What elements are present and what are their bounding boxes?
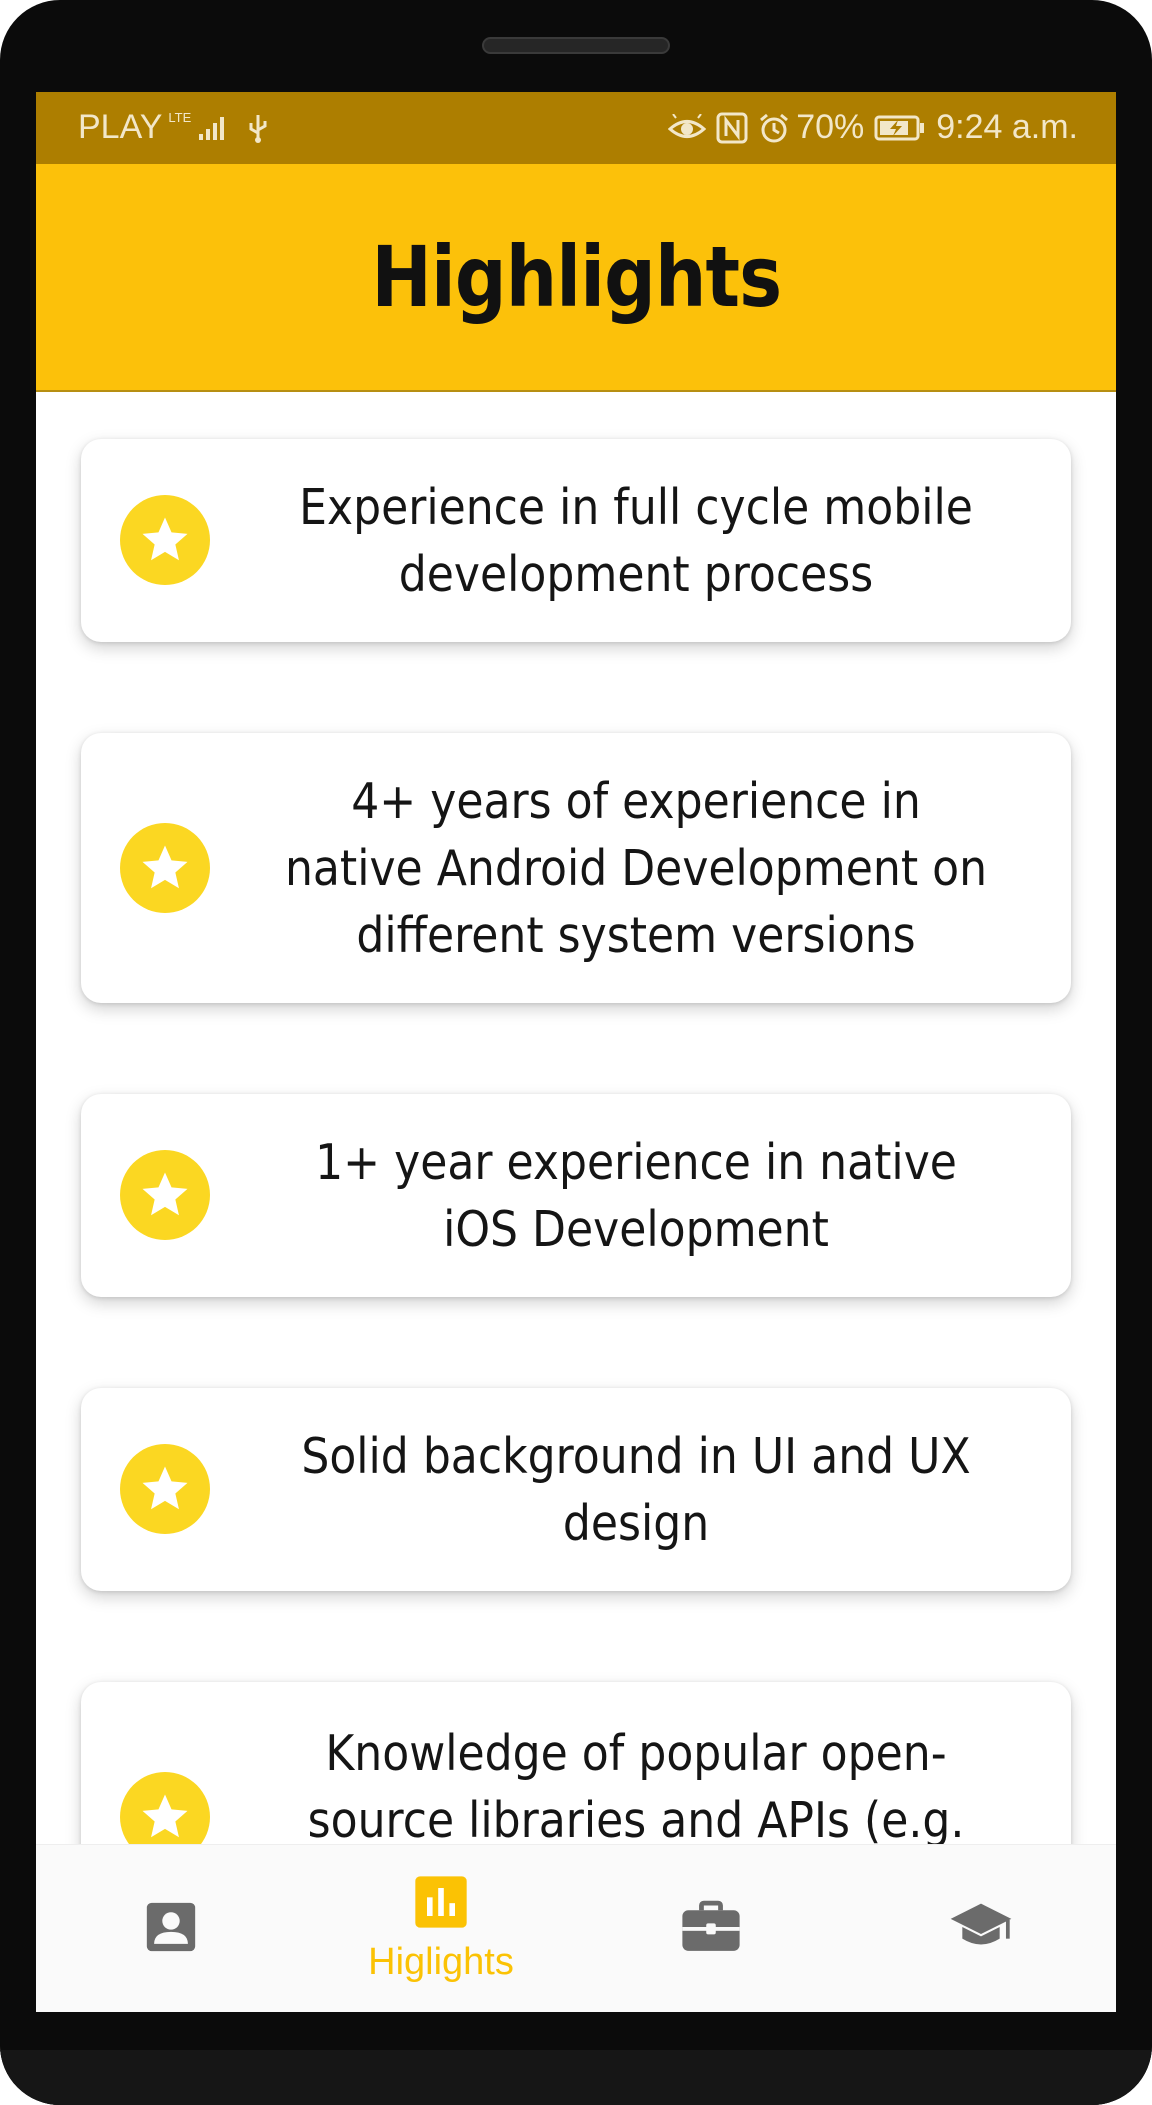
nav-item-education[interactable] bbox=[846, 1845, 1116, 2012]
nav-item-experience[interactable] bbox=[576, 1845, 846, 2012]
status-left: PLAY LTE bbox=[78, 108, 269, 147]
highlight-text: Solid background in UI and UX design bbox=[301, 1427, 971, 1552]
nav-item-highlights[interactable]: Higlights bbox=[306, 1845, 576, 2012]
contact-card-icon bbox=[142, 1898, 200, 1961]
status-bar: PLAY LTE 70% 9:24 a.m. bbox=[36, 92, 1116, 164]
bar-chart-icon bbox=[413, 1874, 469, 1935]
highlight-card[interactable]: Knowledge of popular open-source librari… bbox=[81, 1682, 1071, 1844]
alarm-icon bbox=[758, 112, 790, 144]
bottom-bezel bbox=[0, 2012, 1152, 2105]
star-icon bbox=[120, 1150, 210, 1240]
earpiece-speaker bbox=[482, 37, 670, 54]
battery-charging-icon bbox=[874, 114, 926, 142]
highlight-text: Knowledge of popular open-source librari… bbox=[307, 1725, 965, 1844]
highlights-list[interactable]: Experience in full cycle mobile developm… bbox=[36, 392, 1116, 1844]
highlight-card[interactable]: Experience in full cycle mobile developm… bbox=[81, 439, 1071, 642]
star-icon bbox=[120, 495, 210, 585]
nfc-icon bbox=[716, 112, 748, 144]
clock-time: 9:24 a.m. bbox=[936, 108, 1078, 146]
briefcase-icon bbox=[680, 1898, 742, 1961]
screen: PLAY LTE 70% 9:24 a.m. Highlights Experi… bbox=[36, 92, 1116, 2012]
highlight-text: 1+ year experience in native iOS Develop… bbox=[315, 1133, 957, 1258]
chin bbox=[0, 2050, 1152, 2105]
battery-percent: 70% bbox=[796, 108, 865, 146]
network-type: LTE bbox=[168, 110, 192, 125]
star-icon bbox=[120, 823, 210, 913]
nav-label-highlights: Higlights bbox=[368, 1941, 514, 1983]
carrier-name: PLAY bbox=[78, 108, 163, 146]
eye-icon bbox=[668, 113, 707, 142]
usb-icon bbox=[247, 113, 269, 143]
highlight-card[interactable]: 4+ years of experience in native Android… bbox=[81, 733, 1071, 1003]
status-right: 70% 9:24 a.m. bbox=[668, 108, 1078, 147]
highlight-card[interactable]: Solid background in UI and UX design bbox=[81, 1388, 1071, 1591]
signal-icon bbox=[197, 114, 227, 142]
app-header: Highlights bbox=[36, 164, 1116, 392]
phone-frame: PLAY LTE 70% 9:24 a.m. Highlights Experi… bbox=[0, 0, 1152, 2105]
nav-item-profile[interactable] bbox=[36, 1845, 306, 2012]
highlight-text: Experience in full cycle mobile developm… bbox=[299, 478, 973, 603]
page-title: Highlights bbox=[371, 228, 782, 326]
star-icon bbox=[120, 1444, 210, 1534]
star-icon bbox=[120, 1772, 210, 1844]
highlight-text: 4+ years of experience in native Android… bbox=[284, 772, 988, 964]
graduation-cap-icon bbox=[948, 1899, 1014, 1960]
bottom-navigation: Higlights bbox=[36, 1844, 1116, 2012]
highlight-card[interactable]: 1+ year experience in native iOS Develop… bbox=[81, 1094, 1071, 1297]
